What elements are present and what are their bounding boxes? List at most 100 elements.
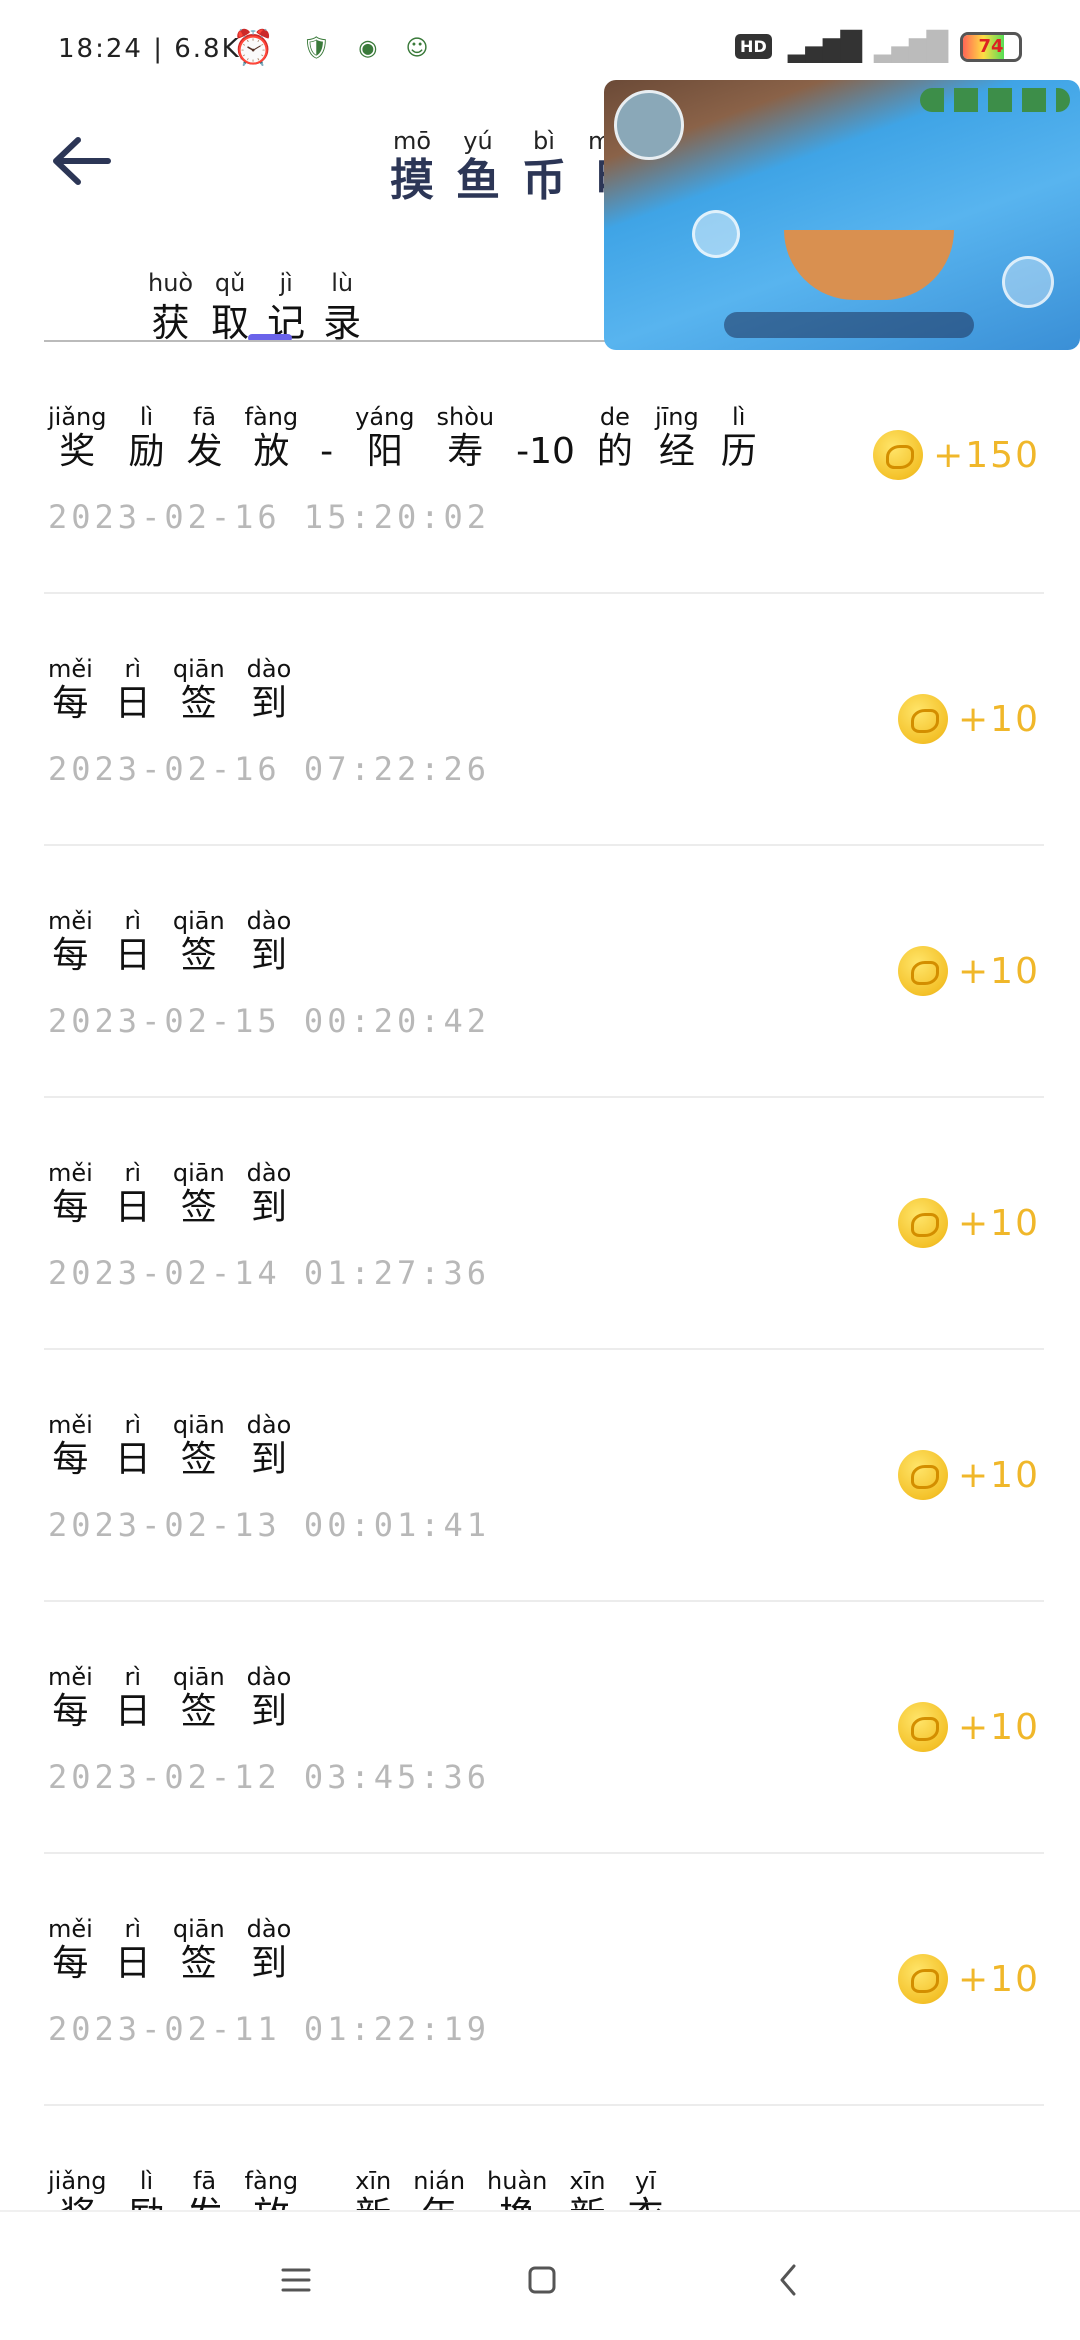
fish-coin-icon	[898, 946, 949, 996]
pinyin: dào	[246, 655, 292, 683]
list-item[interactable]: měi 每 rì 日 qiān 签 dào 到 2023-02-12 03:45:36 +10	[44, 1602, 1044, 1854]
hanzi: 每	[52, 683, 89, 724]
reward-value: +10	[958, 950, 1040, 992]
pinyin: měi	[48, 655, 93, 683]
hanzi: 放	[253, 431, 290, 472]
pinyin: dào	[246, 1663, 292, 1691]
record-list[interactable]: jiǎng 奖 lì 励 fā 发 fàng 放 - yáng 阳 shòu 寿 -10 de 的 jīng 经 l…	[44, 342, 1044, 2226]
ruby-char: qiān 签	[173, 1160, 225, 1230]
list-item[interactable]: měi 每 rì 日 qiān 签 dào 到 2023-02-13 00:01:41 +10	[44, 1350, 1044, 1602]
hanzi: 日	[114, 1439, 151, 1480]
fish-coin-icon	[898, 1954, 949, 2004]
reward-value: +10	[958, 1958, 1040, 2000]
back-button[interactable]	[46, 126, 116, 196]
ruby-char: fā发	[187, 404, 223, 474]
app-notification-icon: 🛡	[302, 35, 331, 61]
hanzi: 每	[52, 1439, 89, 1480]
pinyin: lì	[732, 403, 746, 431]
pinyin: qiān	[172, 907, 225, 935]
list-item[interactable]: jiǎng 奖 lì 励 fā 发 fàng 放 - yáng 阳 shòu 寿 -10 de 的 jīng 经 l…	[44, 342, 1044, 594]
menu-icon	[281, 2268, 311, 2292]
system-nav-bar	[0, 2210, 1080, 2340]
ruby-char: dào 到	[247, 656, 292, 726]
reward-amount: +10	[898, 1198, 1040, 1248]
hanzi: 的	[596, 431, 633, 472]
nav-menu-button[interactable]	[268, 2252, 324, 2308]
record-date: 2023-02-14 01:27:36	[48, 1254, 491, 1292]
ruby-char: qiān 签	[173, 1664, 225, 1734]
hanzi: 鱼	[456, 155, 500, 206]
ruby-char: měi 每	[48, 1412, 93, 1482]
pinyin: rì	[124, 1663, 142, 1691]
list-item[interactable]: měi 每 rì 日 qiān 签 dào 到 2023-02-14 01:27:36 +10	[44, 1098, 1044, 1350]
nav-home-button[interactable]	[514, 2252, 570, 2308]
record-title: měi 每 rì 日 qiān 签 dào 到	[48, 908, 291, 978]
ruby-char: dào 到	[247, 1664, 292, 1734]
hanzi: 奖	[59, 431, 96, 472]
pinyin: měi	[48, 1663, 93, 1691]
ruby-char: lì励	[129, 404, 165, 474]
game-top-icons	[920, 88, 1070, 112]
app-notification-icon: ◉	[358, 35, 378, 61]
ruby-char: bì 币	[522, 126, 566, 206]
hanzi: 每	[52, 1943, 89, 1984]
ruby-char: yú 鱼	[456, 126, 500, 206]
game-joystick	[692, 210, 740, 258]
ruby-char: lì 历	[721, 404, 757, 474]
list-item[interactable]: měi 每 rì 日 qiān 签 dào 到 2023-02-16 07:22:26 +10	[44, 594, 1044, 846]
ruby-char: jiǎng奖	[48, 404, 107, 474]
game-pip-window[interactable]	[604, 80, 1080, 350]
record-title: měi 每 rì 日 qiān 签 dào 到	[48, 1916, 291, 1986]
pinyin: yú	[463, 127, 493, 155]
pinyin: rì	[124, 1159, 142, 1187]
system-status: HD ▂▄▆█ ▂▄▆█ 74	[735, 30, 1022, 63]
pinyin: měi	[48, 1411, 93, 1439]
ruby-char: jīng 经	[655, 404, 699, 474]
pinyin: qiān	[172, 1159, 225, 1187]
ruby-char: yáng 阳	[355, 404, 414, 474]
game-minimap	[614, 90, 684, 160]
battery-level: 74	[978, 35, 1004, 57]
pinyin: shòu	[436, 403, 495, 431]
notification-icons: ⏰ 🛡 ◉ ☺	[232, 28, 428, 68]
ruby-char: dào 到	[247, 1916, 292, 1986]
list-item[interactable]: měi 每 rì 日 qiān 签 dào 到 2023-02-15 00:20:42 +10	[44, 846, 1044, 1098]
list-item[interactable]: jiǎng奖lì励fā发fàng放-xīn新nián年huàn换xīn新yī衣	[44, 2106, 1044, 2226]
pinyin: huò	[148, 269, 194, 297]
ruby-char: dào 到	[247, 1412, 292, 1482]
hanzi: 签	[180, 683, 217, 724]
fish-coin-icon	[898, 1198, 949, 1248]
hanzi: 到	[250, 1691, 287, 1732]
reward-value: +10	[958, 1454, 1040, 1496]
pinyin: yī	[635, 2167, 656, 2195]
ruby-char: qiān 签	[173, 908, 225, 978]
reward-value: +10	[958, 1706, 1040, 1748]
home-icon	[528, 2266, 556, 2294]
hanzi: -10	[516, 431, 575, 472]
ruby-char: rì 日	[115, 656, 151, 726]
pinyin: de	[599, 403, 630, 431]
hanzi: 日	[114, 1691, 151, 1732]
fish-coin-icon	[898, 1450, 949, 1500]
pinyin: qiān	[172, 1411, 225, 1439]
pinyin: jì	[279, 269, 293, 297]
fish-coin-icon	[873, 430, 924, 480]
status-bar: 18:24 | 6.8K/s ⏰ 🛡 ◉ ☺ HD ▂▄▆█ ▂▄▆█ 74	[0, 0, 1080, 90]
reward-amount: +10	[898, 1702, 1040, 1752]
hd-icon: HD	[735, 34, 772, 59]
pinyin: bì	[533, 127, 555, 155]
nav-back-button[interactable]	[760, 2252, 816, 2308]
pinyin: mō	[392, 127, 432, 155]
reward-amount: +10	[898, 946, 1040, 996]
hanzi: 签	[180, 1691, 217, 1732]
ruby-char: měi 每	[48, 1916, 93, 1986]
hanzi: -	[320, 431, 334, 472]
game-boat	[784, 230, 954, 300]
pinyin: qiān	[172, 1663, 225, 1691]
fish-coin-icon	[898, 694, 949, 744]
pinyin: měi	[48, 1159, 93, 1187]
ruby-char: dào 到	[247, 1160, 292, 1230]
pinyin: jiǎng	[48, 2167, 107, 2195]
game-action-button	[1002, 256, 1054, 308]
list-item[interactable]: měi 每 rì 日 qiān 签 dào 到 2023-02-11 01:22:19 +10	[44, 1854, 1044, 2106]
